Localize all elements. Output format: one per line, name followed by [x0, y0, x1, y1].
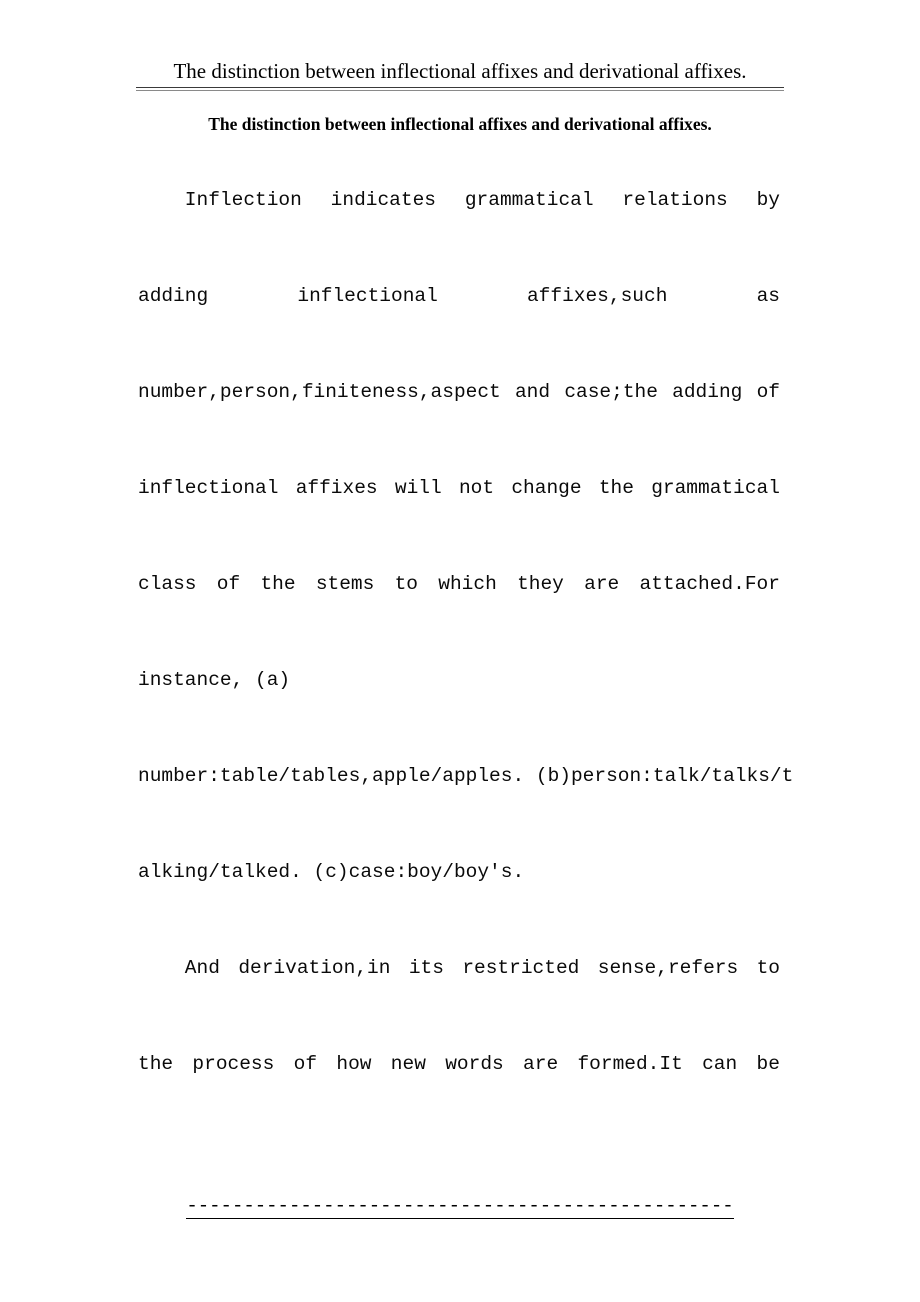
line-segment: new	[390, 1053, 426, 1075]
line-segment: indicates	[330, 189, 436, 211]
running-header-rule	[136, 87, 784, 88]
line-segment: process	[192, 1053, 275, 1075]
line-segment: of	[216, 573, 241, 595]
line-segment: And	[138, 957, 220, 979]
line-segment: change	[511, 477, 582, 499]
body-line: instance, (a)	[138, 669, 291, 691]
running-header-text: The distinction between inflectional aff…	[173, 59, 747, 83]
line-segment: affixes,such	[526, 285, 668, 307]
line-segment: the	[598, 477, 634, 499]
body-line: class of the stems to which they are att…	[138, 570, 780, 666]
line-segment: adding	[138, 285, 209, 307]
line-segment: grammatical	[651, 477, 780, 499]
line-segment: class	[138, 573, 197, 595]
line-segment: of	[756, 381, 780, 403]
line-segment: how	[336, 1053, 372, 1075]
line-segment: can	[702, 1053, 738, 1075]
body-line: number,person,finiteness,aspect and case…	[138, 378, 780, 474]
line-segment: not	[458, 477, 495, 499]
line-segment: words	[445, 1053, 504, 1075]
body-line: adding inflectional affixes,such as	[138, 282, 780, 378]
line-segment: its	[408, 957, 444, 979]
document-page: The distinction between inflectional aff…	[0, 0, 920, 1302]
line-segment: affixes	[295, 477, 378, 499]
line-segment: are	[523, 1053, 559, 1075]
line-segment: of	[293, 1053, 318, 1075]
body-line: Inflection indicates grammatical relatio…	[138, 186, 780, 282]
line-segment: be	[756, 1053, 780, 1075]
line-segment: Inflection	[138, 189, 302, 211]
line-segment: by	[756, 189, 780, 211]
line-segment: grammatical	[464, 189, 594, 211]
line-segment: they	[517, 573, 564, 595]
line-segment: restricted	[462, 957, 580, 979]
line-segment: are	[584, 573, 620, 595]
body-line: inflectional affixes will not change the…	[138, 474, 780, 570]
line-segment: formed.It	[577, 1053, 683, 1075]
line-segment: attached.For	[639, 573, 780, 595]
line-segment: which	[438, 573, 497, 595]
line-segment: as	[756, 285, 780, 307]
line-segment: the	[260, 573, 296, 595]
line-segment: will	[394, 477, 442, 499]
line-segment: inflectional	[297, 285, 438, 307]
running-header: The distinction between inflectional aff…	[136, 58, 784, 91]
line-segment: relations	[622, 189, 728, 211]
body-line: number:table/tables,apple/apples. (b)per…	[138, 765, 794, 787]
line-segment: stems	[315, 573, 375, 595]
footer: ----------------------------------------…	[0, 1196, 920, 1219]
line-segment: derivation,in	[238, 957, 391, 979]
page-title: The distinction between inflectional aff…	[208, 114, 712, 134]
document-body: Inflection indicates grammatical relatio…	[138, 186, 794, 1146]
line-segment: the	[138, 1053, 174, 1075]
footer-separator: ----------------------------------------…	[186, 1195, 734, 1219]
line-segment: sense,refers	[597, 957, 739, 979]
line-segment: to	[756, 957, 780, 979]
running-header-rule-secondary	[136, 89, 784, 91]
body-line: the process of how new words are formed.…	[138, 1050, 780, 1146]
line-segment: adding	[672, 381, 743, 403]
line-segment: number,person,finiteness,aspect	[138, 381, 501, 403]
line-segment: inflectional	[138, 477, 279, 499]
line-segment: to	[394, 573, 419, 595]
line-segment: and	[514, 381, 551, 403]
line-segment: case;the	[564, 381, 658, 403]
body-line: And derivation,in its restricted sense,r…	[138, 954, 780, 1050]
body-line: alking/talked. (c)case:boy/boy's.	[138, 861, 525, 883]
